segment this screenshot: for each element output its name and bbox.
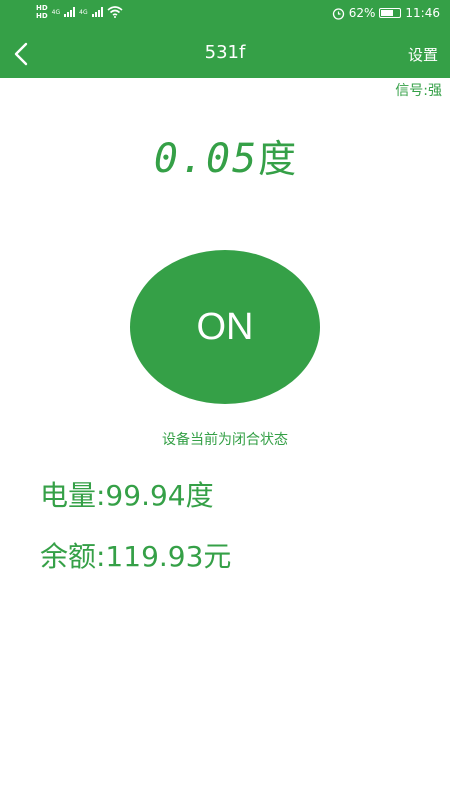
meter-unit: 度	[258, 137, 297, 181]
meter-reading: 0.05度	[0, 128, 450, 183]
signal-strength: 信号:强	[395, 83, 442, 99]
signal-icon	[64, 7, 76, 17]
status-right: 62% 11:46	[332, 6, 440, 20]
wifi-icon	[107, 6, 123, 18]
power-toggle-button[interactable]: ON	[130, 250, 320, 404]
battery-icon	[379, 8, 402, 18]
header-bar: 531f 设置	[0, 30, 450, 78]
device-state-text: 设备当前为闭合状态	[162, 432, 288, 448]
clock: 11:46	[405, 6, 440, 20]
settings-button[interactable]: 设置	[408, 44, 438, 65]
balance-remaining: 余额:119.93元	[40, 540, 232, 573]
alarm-icon	[332, 7, 344, 20]
power-button-label: ON	[196, 305, 254, 348]
network-type-1: 4G	[51, 8, 61, 16]
energy-remaining: 电量:99.94度	[40, 479, 214, 512]
battery-percent: 62%	[348, 6, 376, 20]
hd-label-2: HD	[36, 12, 48, 20]
network-type-2: 4G	[79, 8, 88, 16]
battery-fill	[381, 10, 393, 16]
status-bar: HD HD 4G 4G 62% 11:46	[0, 0, 450, 30]
meter-value: 0.05	[153, 136, 259, 182]
status-left: HD HD 4G 4G	[36, 4, 123, 20]
signal-icon-2	[91, 7, 103, 17]
hd-indicator: HD HD	[36, 4, 48, 20]
hd-label-1: HD	[36, 4, 48, 12]
page-title: 531f	[204, 42, 246, 63]
